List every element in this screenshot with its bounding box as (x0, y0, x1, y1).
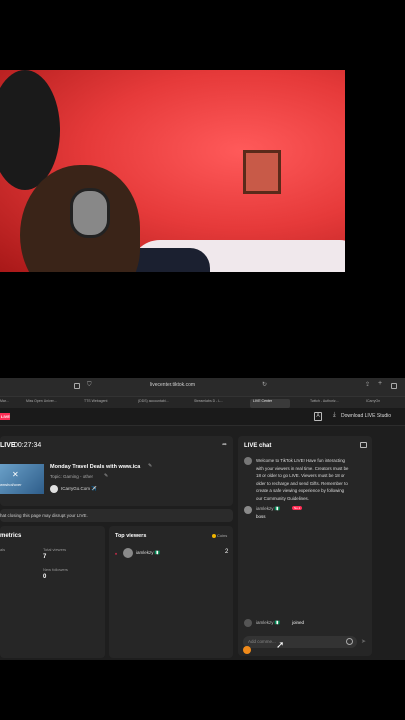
tab-item[interactable]: Mar... (0, 399, 22, 408)
chat-title: LIVE chat (244, 443, 272, 449)
coins-label: Coins (217, 533, 228, 538)
total-viewers-value: 7 (43, 554, 47, 560)
chat-username[interactable]: iamlekzy 🇳🇬 (256, 506, 280, 512)
new-tab-icon[interactable]: + (378, 380, 382, 387)
url-bar[interactable]: livecenter.tiktok.com (150, 382, 195, 388)
stream-topic: Topic: Gaming - other (50, 474, 94, 479)
reload-icon[interactable]: ↻ (262, 381, 267, 388)
chat-input-placeholder: Add comme... (248, 639, 276, 644)
wall-picture-frame (243, 150, 281, 194)
warning-banner: hat closing this page may disrupt your L… (0, 509, 233, 522)
rank-icon: ♦ (115, 551, 118, 556)
tab-live-center[interactable]: LIVE Center (250, 399, 290, 408)
avatar (123, 548, 133, 558)
emoji-icon[interactable] (346, 638, 353, 645)
tab-item[interactable]: Streamlabs D - L... (194, 399, 236, 408)
studio-icon[interactable]: A (314, 412, 322, 421)
browser-toolbar: ⛉ livecenter.tiktok.com ↻ ⇪ + (0, 378, 405, 396)
welcome-line: with your viewers in real time. Creators… (256, 465, 349, 471)
welcome-line: older to recharge and send Gifts. Rememb… (256, 480, 348, 486)
warning-text: hat closing this page may disrupt your L… (0, 513, 88, 518)
welcome-line: Welcome to TikTok LIVE! Have fun interac… (256, 458, 345, 463)
table-row[interactable]: ♦ iamlekzy 🇳🇬 2 (109, 546, 233, 560)
avatar (244, 506, 252, 514)
viewer-coins: 2 (225, 549, 229, 555)
live-chat-panel: LIVE chat Welcome to TikTok LIVE! Have f… (238, 436, 372, 656)
live-timer: 00:27:34 (14, 442, 42, 449)
metrics-panel: metrics als Total viewers 7 New follower… (0, 526, 105, 658)
rank-badge: No.1 (292, 506, 303, 510)
join-username[interactable]: iamlekzy 🇳🇬 (256, 620, 280, 626)
welcome-line: our Community Guidelines. (256, 495, 309, 501)
headphone-earcup (0, 70, 60, 190)
welcome-message: Welcome to TikTok LIVE! Have fun interac… (256, 457, 370, 502)
download-live-studio-button[interactable]: Download LIVE Studio (341, 413, 391, 419)
gift-icon[interactable] (243, 646, 251, 654)
sidebar-icon[interactable] (74, 383, 80, 389)
total-viewers-label: Total viewers (43, 547, 67, 552)
tab-item[interactable]: ICarryOn (366, 399, 402, 408)
share-stream-icon[interactable]: ➦ (222, 441, 227, 448)
stream-thumbnail[interactable]: ✕ wnshot/over (0, 464, 44, 494)
mouse-cursor-icon: ➚ (276, 640, 285, 651)
tab-overview-icon[interactable] (391, 383, 397, 389)
chat-input[interactable]: Add comme... (243, 636, 357, 648)
edit-topic-icon[interactable]: ✎ (104, 473, 108, 479)
new-followers-label: New followers (43, 567, 68, 572)
viewer-name: iamlekzy 🇳🇬 (136, 550, 161, 555)
new-followers-value: 0 (43, 574, 47, 580)
tab-item[interactable]: TTS Webagent (84, 399, 120, 408)
channel-name: ICarryGo.Com ✈️ (61, 486, 97, 491)
shield-icon[interactable]: ⛉ (87, 382, 92, 389)
top-viewers-title: Top viewers (115, 533, 147, 539)
send-icon[interactable]: ➤ (361, 638, 366, 645)
metrics-left-label: als (0, 547, 6, 552)
tab-strip: Mar... Miss Open Univer... TTS Webagent … (0, 396, 405, 408)
close-icon: ✕ (12, 470, 19, 479)
browser-window: ⛉ livecenter.tiktok.com ↻ ⇪ + Mar... Mis… (0, 378, 405, 660)
tab-item[interactable]: Twitch - Authoriz... (310, 399, 354, 408)
chat-message-text: boss (256, 514, 266, 519)
coin-icon (212, 534, 216, 538)
system-avatar (244, 457, 252, 465)
live-badge: LIVE (0, 413, 10, 420)
headset-earpiece (70, 188, 110, 238)
channel-avatar (50, 485, 58, 493)
download-icon[interactable]: ⤓ (333, 412, 336, 419)
metrics-title: metrics (0, 533, 22, 539)
popout-icon[interactable] (360, 442, 367, 448)
thumbnail-label: wnshot/over (0, 482, 22, 487)
tab-item[interactable]: (DDS) accountabi... (138, 399, 182, 408)
live-video-feed (0, 70, 345, 272)
join-text: joined (292, 620, 305, 625)
join-icon (244, 619, 252, 627)
welcome-line: create a safe viewing experience by foll… (256, 488, 345, 493)
edit-title-icon[interactable]: ✎ (148, 463, 152, 469)
stream-title: Monday Travel Deals with www.ica (50, 464, 141, 470)
top-viewers-panel: Top viewers Coins ♦ iamlekzy 🇳🇬 2 (109, 526, 233, 658)
share-icon[interactable]: ⇪ (365, 381, 370, 388)
tab-item[interactable]: Miss Open Univer... (26, 399, 72, 408)
stream-info-panel: LIVE 00:27:34 ➦ ✕ wnshot/over Monday Tra… (0, 436, 233, 506)
app-header: LIVE A ⤓ Download LIVE Studio (0, 408, 405, 426)
welcome-line: 18 or older to go LIVE. Viewers must be … (256, 473, 345, 478)
